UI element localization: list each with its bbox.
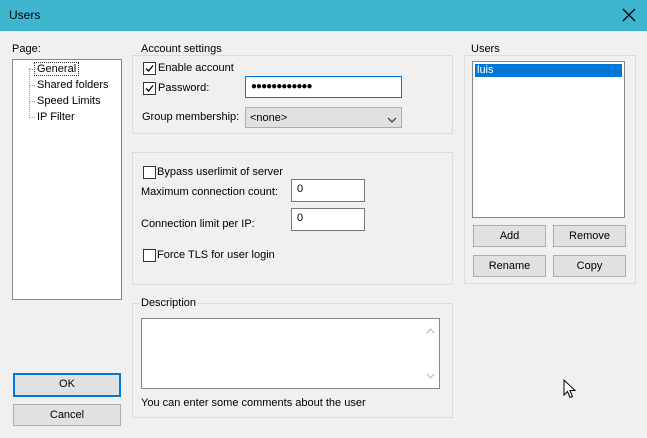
account-settings-legend: Account settings (140, 43, 223, 55)
tree-item-general[interactable]: General (34, 62, 80, 76)
tree-connector (29, 68, 30, 116)
chevron-down-icon (387, 114, 397, 126)
force-tls-checkbox[interactable] (143, 249, 156, 262)
group-membership-select[interactable]: <none> (245, 107, 402, 128)
remove-user-label: Remove (569, 230, 610, 242)
page-label: Page: (12, 43, 41, 55)
scroll-up-icon[interactable] (426, 325, 435, 337)
rename-user-button[interactable]: Rename (473, 255, 546, 277)
password-input[interactable]: ●●●●●●●●●●●● (245, 76, 402, 98)
scroll-down-icon[interactable] (426, 370, 435, 382)
scrollbar[interactable] (423, 319, 439, 388)
enable-account-label[interactable]: Enable account (158, 62, 234, 74)
checkmark-icon (145, 85, 154, 92)
max-connection-input[interactable]: 0 (291, 179, 365, 202)
group-membership-label: Group membership: (142, 111, 240, 123)
group-membership-value: <none> (250, 112, 288, 124)
description-legend: Description (140, 297, 198, 309)
cancel-button[interactable]: Cancel (13, 404, 121, 426)
copy-user-label: Copy (576, 260, 603, 272)
title-bar[interactable] (0, 0, 647, 31)
conn-limit-per-ip-input[interactable]: 0 (291, 208, 365, 231)
checkmark-icon (145, 65, 154, 72)
page-tree[interactable]: General Shared folders Speed Limits IP F… (12, 59, 122, 300)
add-user-label: Add (499, 230, 520, 242)
remove-user-button[interactable]: Remove (553, 225, 626, 247)
enable-account-checkbox[interactable] (143, 62, 156, 75)
close-icon[interactable] (617, 3, 641, 27)
tree-connector (29, 101, 35, 102)
bypass-userlimit-checkbox[interactable] (143, 166, 156, 179)
tree-item-speed-limits[interactable]: Speed Limits (37, 95, 101, 107)
tree-connector (29, 117, 35, 118)
tree-item-label: General (34, 62, 80, 76)
cursor-icon (563, 378, 577, 402)
description-textarea[interactable] (141, 318, 440, 389)
bypass-userlimit-label[interactable]: Bypass userlimit of server (157, 166, 283, 178)
users-list[interactable]: luis (472, 61, 625, 218)
rename-user-label: Rename (488, 260, 531, 272)
copy-user-button[interactable]: Copy (553, 255, 626, 277)
force-tls-label[interactable]: Force TLS for user login (157, 249, 275, 261)
tree-item-shared-folders[interactable]: Shared folders (37, 79, 109, 91)
ok-button[interactable]: OK (13, 373, 121, 397)
conn-limit-per-ip-label: Connection limit per IP: (141, 218, 255, 230)
window-title: Users (9, 8, 41, 22)
user-list-item[interactable]: luis (475, 64, 622, 77)
password-label[interactable]: Password: (158, 82, 209, 94)
users-legend: Users (470, 43, 501, 55)
add-user-button[interactable]: Add (473, 225, 546, 247)
max-connection-label: Maximum connection count: (141, 186, 278, 198)
tree-item-ip-filter[interactable]: IP Filter (37, 111, 75, 123)
description-hint: You can enter some comments about the us… (141, 397, 366, 409)
tree-connector (29, 85, 35, 86)
password-checkbox[interactable] (143, 82, 156, 95)
